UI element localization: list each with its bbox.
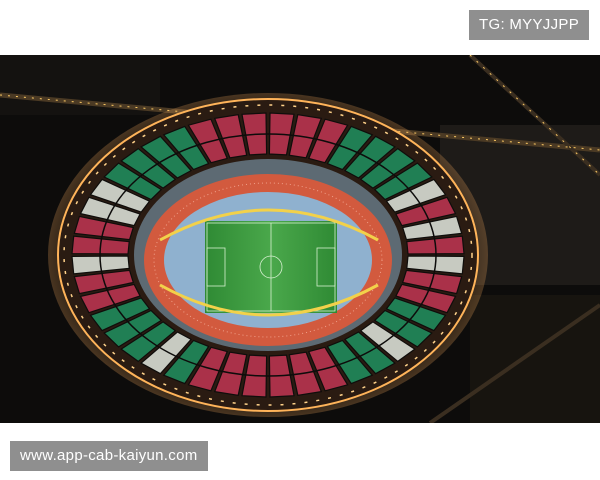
city-block: [470, 295, 600, 423]
stadium-aerial-photo: [0, 55, 600, 423]
telegram-watermark: TG: MYYJJPP: [469, 10, 589, 40]
stadium-illustration: [0, 55, 600, 423]
website-watermark: www.app-cab-kaiyun.com: [10, 441, 208, 471]
